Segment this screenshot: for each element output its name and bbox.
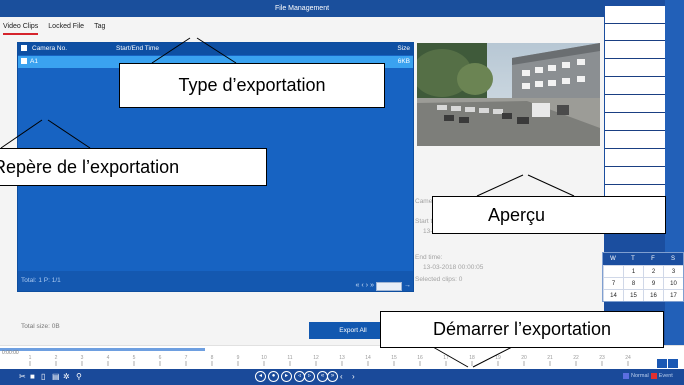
callout-start-export: Démarrer l’exportation: [380, 311, 664, 348]
callout-preview: Aperçu: [432, 196, 666, 234]
callout-export-mark: Repère de l’exportation: [0, 148, 267, 186]
callout-export-type: Type d’exportation: [119, 63, 385, 108]
